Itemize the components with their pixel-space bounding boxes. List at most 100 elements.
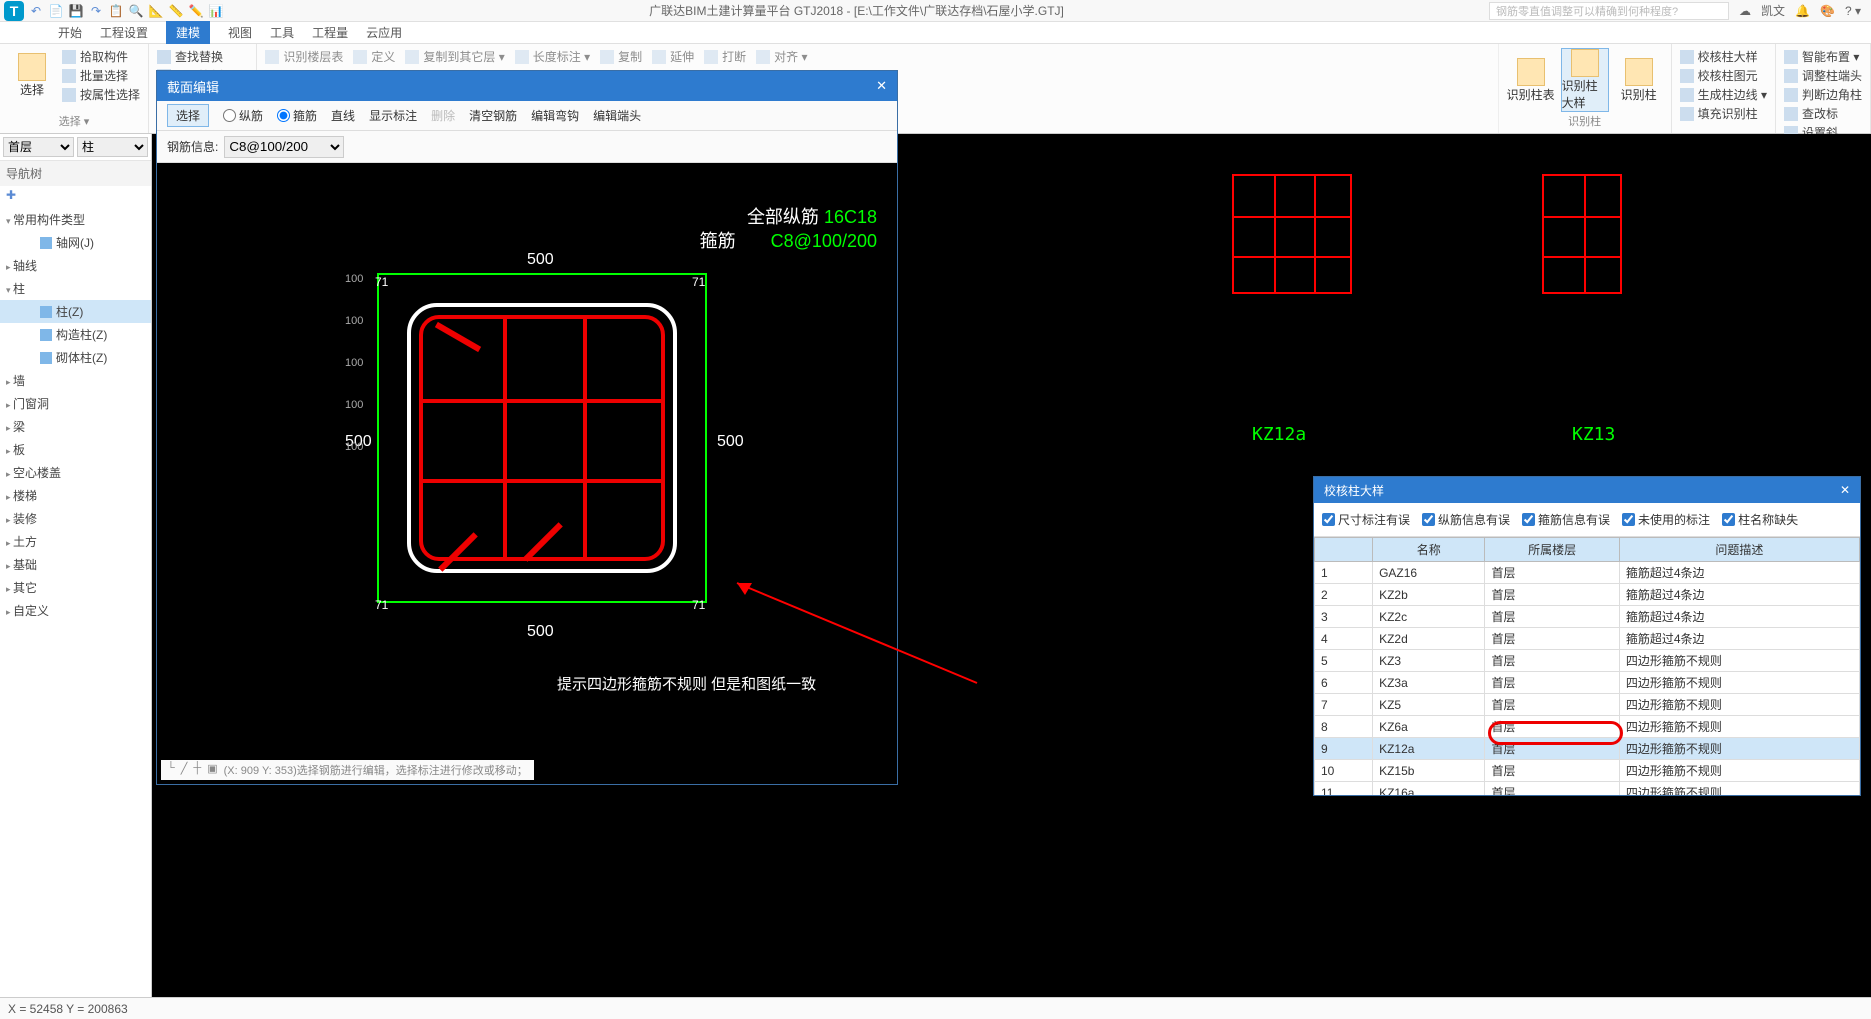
tree-item[interactable]: 柱(Z) xyxy=(0,300,151,323)
table-header[interactable]: 名称 xyxy=(1373,538,1485,562)
tree-category[interactable]: 柱 xyxy=(0,277,151,300)
origin-icon[interactable]: └ xyxy=(167,762,175,778)
ribbon-big-button[interactable]: 识别柱表 xyxy=(1507,48,1555,112)
table-row[interactable]: 4KZ2d首层箍筋超过4条边 xyxy=(1315,628,1860,650)
cloud-icon[interactable]: ☁ xyxy=(1739,4,1751,18)
menu-tab[interactable]: 工程量 xyxy=(312,24,348,41)
table-header[interactable]: 所属楼层 xyxy=(1485,538,1619,562)
table-row[interactable]: 1GAZ16首层箍筋超过4条边 xyxy=(1315,562,1860,584)
tb-gujin[interactable]: 箍筋 xyxy=(277,107,317,124)
table-row[interactable]: 3KZ2c首层箍筋超过4条边 xyxy=(1315,606,1860,628)
tree-category[interactable]: 土方 xyxy=(0,530,151,553)
filter-checkbox[interactable]: 箍筋信息有误 xyxy=(1522,511,1610,528)
qat-button[interactable]: 📏 xyxy=(168,3,184,19)
menu-tab[interactable]: 建模 xyxy=(166,21,210,44)
table-row[interactable]: 11KZ16a首层四边形箍筋不规则 xyxy=(1315,782,1860,796)
close-icon[interactable]: ✕ xyxy=(876,78,887,94)
filter-checkbox[interactable]: 未使用的标注 xyxy=(1622,511,1710,528)
qat-button[interactable]: 🔍 xyxy=(128,3,144,19)
menu-tab[interactable]: 开始 xyxy=(58,24,82,41)
ribbon-big-button[interactable]: 识别柱 xyxy=(1615,48,1663,112)
ribbon-item[interactable]: 打断 xyxy=(704,48,746,65)
qat-button[interactable]: ✏️ xyxy=(188,3,204,19)
rebar-info-select[interactable]: C8@100/200 xyxy=(224,136,344,158)
table-row[interactable]: 2KZ2b首层箍筋超过4条边 xyxy=(1315,584,1860,606)
tree-category[interactable]: 门窗洞 xyxy=(0,392,151,415)
tree-item[interactable]: 构造柱(Z) xyxy=(0,323,151,346)
table-row[interactable]: 6KZ3a首层四边形箍筋不规则 xyxy=(1315,672,1860,694)
table-row[interactable]: 8KZ6a首层四边形箍筋不规则 xyxy=(1315,716,1860,738)
ribbon-item[interactable]: 批量选择 xyxy=(62,67,140,84)
table-header[interactable]: 问题描述 xyxy=(1619,538,1859,562)
close-icon[interactable]: ✕ xyxy=(1840,483,1850,497)
tree-category[interactable]: 梁 xyxy=(0,415,151,438)
qat-button[interactable]: 📋 xyxy=(108,3,124,19)
tree-category[interactable]: 板 xyxy=(0,438,151,461)
table-row[interactable]: 5KZ3首层四边形箍筋不规则 xyxy=(1315,650,1860,672)
table-row[interactable]: 9KZ12a首层四边形箍筋不规则 xyxy=(1315,738,1860,760)
tree-category[interactable]: 基础 xyxy=(0,553,151,576)
ribbon-item[interactable]: 查找替换 xyxy=(157,48,248,65)
search-hint[interactable]: 钢筋零直值调整可以精确到何种程度? xyxy=(1489,2,1729,20)
ribbon-item[interactable]: 调整柱端头 xyxy=(1784,67,1862,84)
ribbon-item[interactable]: 校核柱图元 xyxy=(1680,67,1767,84)
qat-button[interactable]: 📊 xyxy=(208,3,224,19)
ribbon-item[interactable]: 对齐 ▾ xyxy=(756,48,807,65)
validate-title-bar[interactable]: 校核柱大样 ✕ xyxy=(1314,477,1860,503)
tree-category[interactable]: 常用构件类型 xyxy=(0,208,151,231)
ribbon-item[interactable]: 查改标 xyxy=(1784,105,1862,122)
floor-select[interactable]: 首层 xyxy=(3,137,74,157)
qat-button[interactable]: 💾 xyxy=(68,3,84,19)
tree-item[interactable]: 砌体柱(Z) xyxy=(0,346,151,369)
component-select[interactable]: 柱 xyxy=(77,137,148,157)
tree-category[interactable]: 装修 xyxy=(0,507,151,530)
tb-select[interactable]: 选择 xyxy=(167,104,209,127)
ribbon-item[interactable]: 长度标注 ▾ xyxy=(515,48,590,65)
filter-checkbox[interactable]: 柱名称缺失 xyxy=(1722,511,1798,528)
bell-icon[interactable]: 🔔 xyxy=(1795,4,1810,18)
ribbon-item[interactable]: 判断边角柱 xyxy=(1784,86,1862,103)
tb-zongjin[interactable]: 纵筋 xyxy=(223,107,263,124)
tree-category[interactable]: 墙 xyxy=(0,369,151,392)
nav-add[interactable]: ✚ xyxy=(0,186,151,204)
tree-category[interactable]: 轴线 xyxy=(0,254,151,277)
dialog-canvas[interactable]: 全部纵筋 16C18 箍筋 C8@100/200 500 500 500 500… xyxy=(157,163,897,784)
ribbon-item[interactable]: 按属性选择 xyxy=(62,86,140,103)
menu-tab[interactable]: 工程设置 xyxy=(100,24,148,41)
menu-tab[interactable]: 工具 xyxy=(270,24,294,41)
select-button[interactable]: 选择 xyxy=(8,48,56,103)
ribbon-item[interactable]: 拾取构件 xyxy=(62,48,140,65)
ribbon-item[interactable]: 复制 xyxy=(600,48,642,65)
tree-category[interactable]: 其它 xyxy=(0,576,151,599)
ribbon-item[interactable]: 生成柱边线 ▾ xyxy=(1680,86,1767,103)
qat-button[interactable]: ↶ xyxy=(28,3,44,19)
tb-clear[interactable]: 清空钢筋 xyxy=(469,107,517,124)
tree-category[interactable]: 自定义 xyxy=(0,599,151,622)
ribbon-item[interactable]: 填充识别柱 xyxy=(1680,105,1767,122)
ribbon-item[interactable]: 延伸 xyxy=(652,48,694,65)
tb-dim[interactable]: 显示标注 xyxy=(369,107,417,124)
filter-checkbox[interactable]: 纵筋信息有误 xyxy=(1422,511,1510,528)
qat-button[interactable]: 📐 xyxy=(148,3,164,19)
ribbon-item[interactable]: 校核柱大样 xyxy=(1680,48,1767,65)
layer-icon[interactable]: ▣ xyxy=(207,762,217,778)
filter-checkbox[interactable]: 尺寸标注有误 xyxy=(1322,511,1410,528)
tb-line[interactable]: 直线 xyxy=(331,107,355,124)
menu-tab[interactable]: 视图 xyxy=(228,24,252,41)
table-row[interactable]: 7KZ5首层四边形箍筋不规则 xyxy=(1315,694,1860,716)
diag-icon[interactable]: ╱ xyxy=(181,762,188,778)
user-name[interactable]: 凯文 xyxy=(1761,2,1785,19)
tree-category[interactable]: 空心楼盖 xyxy=(0,461,151,484)
tree-category[interactable]: 楼梯 xyxy=(0,484,151,507)
ribbon-item[interactable]: 识别楼层表 xyxy=(265,48,343,65)
tb-end[interactable]: 编辑端头 xyxy=(593,107,641,124)
ribbon-item[interactable]: 定义 xyxy=(353,48,395,65)
ribbon-item[interactable]: 复制到其它层 ▾ xyxy=(405,48,504,65)
qat-button[interactable]: ↷ xyxy=(88,3,104,19)
tb-bend[interactable]: 编辑弯钩 xyxy=(531,107,579,124)
ribbon-big-button[interactable]: 识别柱大样 xyxy=(1561,48,1609,112)
help-icon[interactable]: ? ▾ xyxy=(1845,4,1861,18)
table-row[interactable]: 10KZ15b首层四边形箍筋不规则 xyxy=(1315,760,1860,782)
menu-tab[interactable]: 云应用 xyxy=(366,24,402,41)
dialog-title-bar[interactable]: 截面编辑 ✕ xyxy=(157,71,897,101)
